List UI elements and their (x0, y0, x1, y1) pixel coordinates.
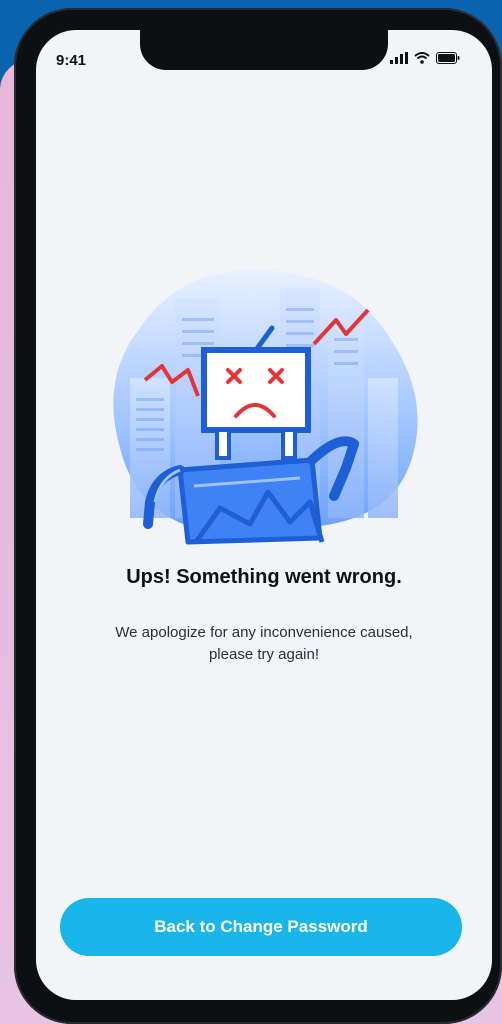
broken-robot-illustration (113, 269, 418, 545)
back-to-change-password-button[interactable]: Back to Change Password (60, 898, 462, 956)
battery-icon (436, 52, 460, 64)
status-time: 9:41 (56, 52, 87, 69)
wifi-icon (414, 52, 430, 64)
error-title: Ups! Something went wrong. (126, 566, 402, 588)
error-description: We apologize for any inconvenience cause… (115, 624, 413, 663)
phone-notch (140, 30, 388, 70)
cellular-signal-icon (390, 52, 408, 64)
status-icons (390, 52, 460, 64)
